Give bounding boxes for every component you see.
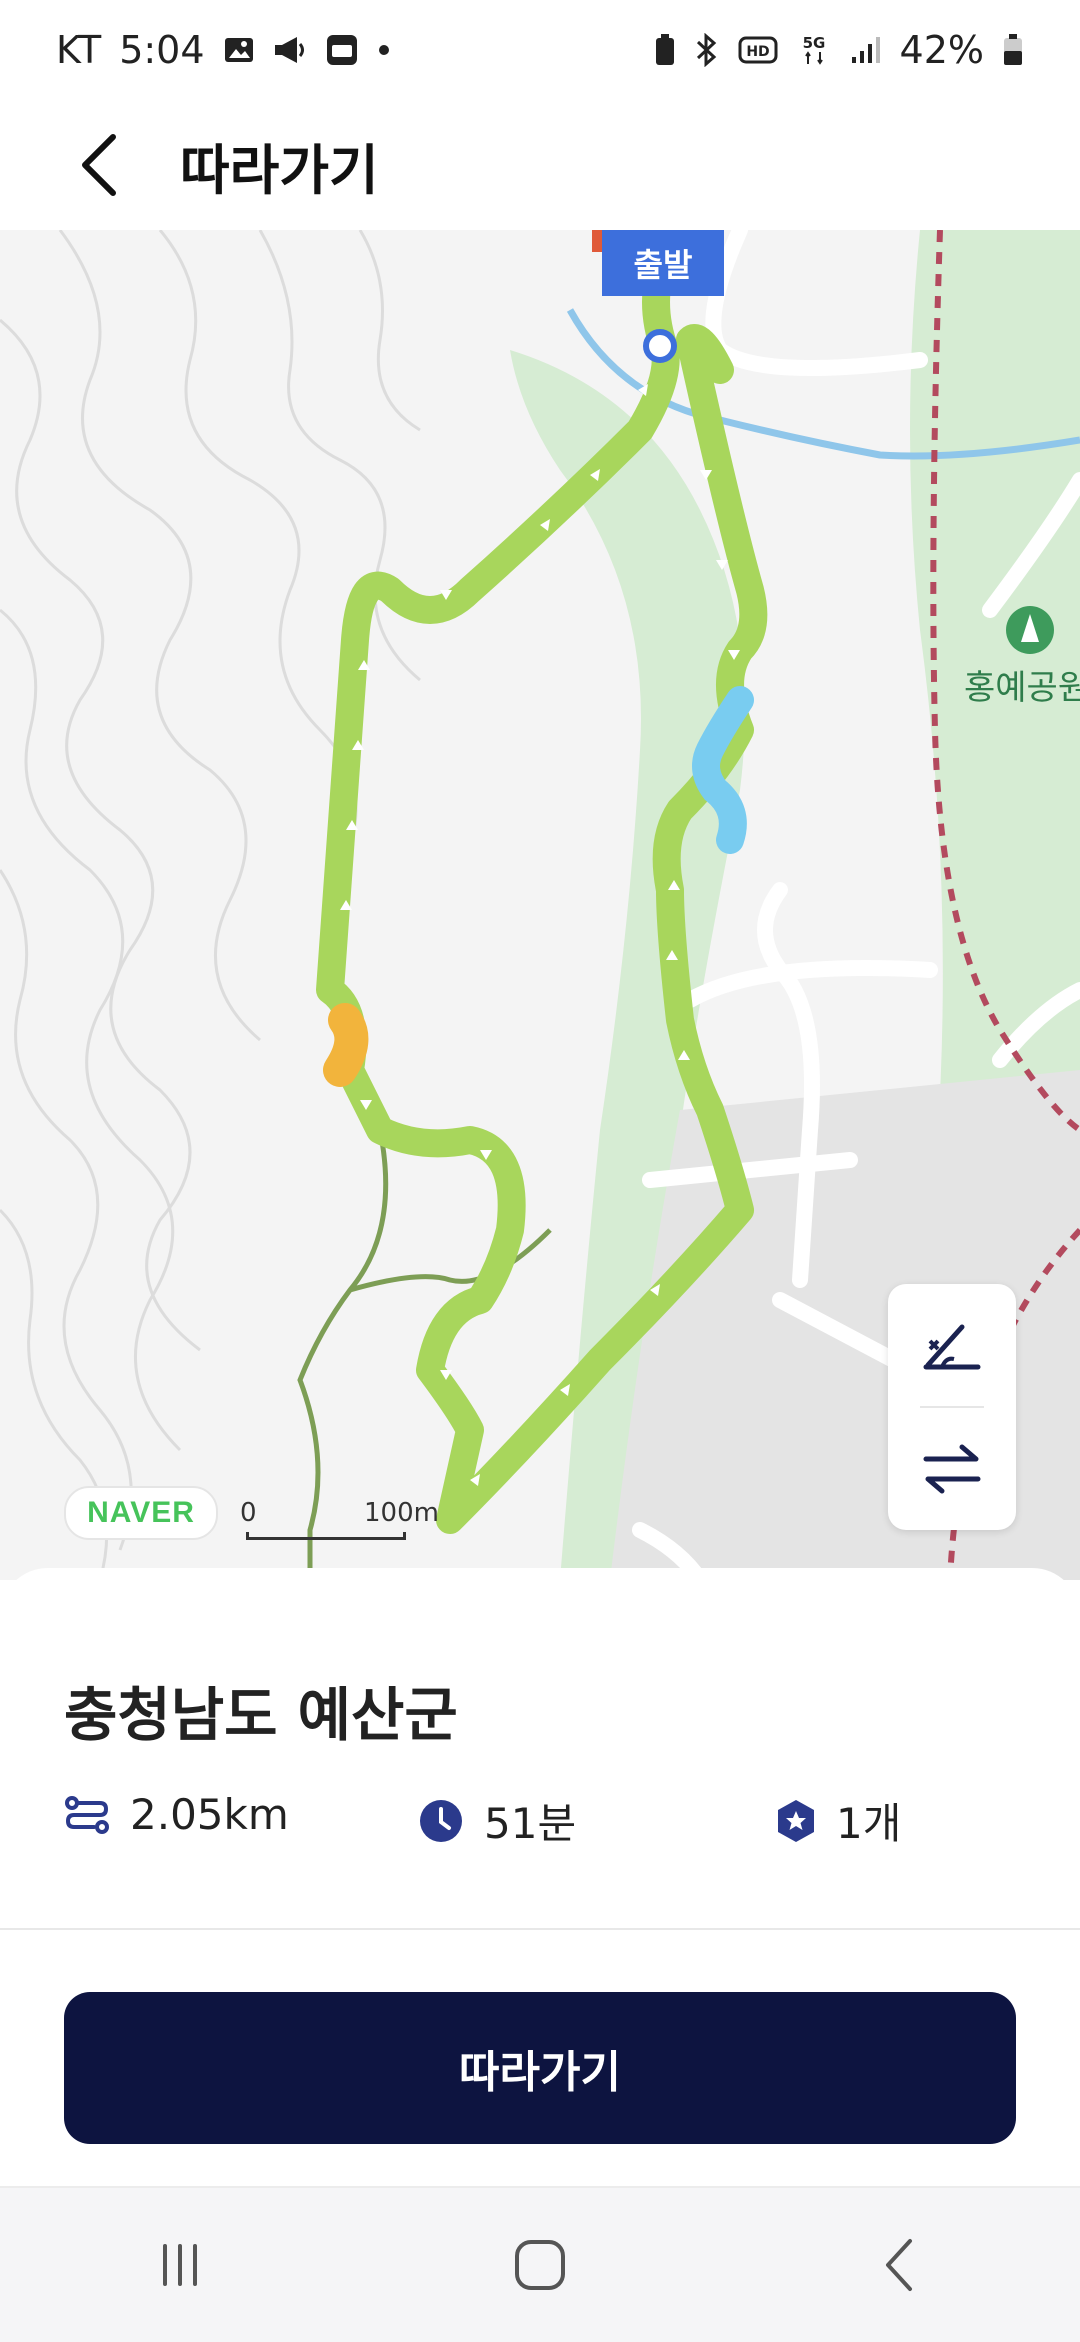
route-warning-segment (323, 1003, 369, 1087)
status-right: HD 5G 42% (654, 28, 1024, 72)
recent-apps-icon (163, 2244, 197, 2286)
status-bar: KT 5:04 HD 5G 42% (0, 0, 1080, 100)
scale-distance-label: 100m (364, 1498, 439, 1528)
time-value: 51분 (484, 1799, 577, 1848)
naver-logo: NAVER (64, 1486, 218, 1540)
time-stat: 51분 (418, 1790, 576, 1851)
scale-zero-label: 0 (240, 1498, 257, 1528)
start-label: 출발 (602, 230, 724, 296)
app-bar: 따라가기 (0, 100, 1080, 230)
clock-icon (420, 1799, 462, 1842)
battery-icon (1002, 33, 1024, 67)
system-nav-bar (0, 2186, 1080, 2342)
distance-stat: 2.05km (64, 1790, 289, 1839)
back-icon (886, 2239, 912, 2291)
bluetooth-icon (694, 33, 720, 67)
home-icon (515, 2240, 565, 2290)
clock-label: 5:04 (119, 28, 205, 72)
sheet-divider (0, 1928, 1080, 1930)
system-back-button[interactable] (800, 2205, 1000, 2325)
elevation-toggle-button[interactable] (888, 1284, 1016, 1406)
contour-lines (0, 230, 421, 1580)
scale-line (246, 1532, 406, 1540)
map-controls (888, 1284, 1016, 1530)
park-icon (1006, 606, 1054, 654)
start-marker (643, 329, 677, 363)
route-map[interactable]: 출발 홍예공원 NAVER 0 100m (0, 230, 1080, 1580)
swap-direction-icon (923, 1444, 981, 1494)
status-left: KT 5:04 (56, 28, 391, 72)
elevation-toggle-icon (923, 1324, 981, 1370)
route-stats: 2.05km 51분 1개 (64, 1790, 1024, 1870)
start-flag (592, 230, 602, 252)
region-title: 충청남도 예산군 (64, 1681, 458, 1749)
megaphone-icon (273, 35, 307, 65)
svg-text:5G: 5G (802, 34, 825, 52)
route-info-sheet: 충청남도 예산군 2.05km 51분 1개 따라가기 (0, 1568, 1080, 2186)
svg-text:HD: HD (746, 44, 769, 60)
count-stat: 1개 (776, 1790, 901, 1851)
carrier-label: KT (56, 28, 102, 72)
hd-icon: HD (738, 35, 778, 65)
count-value: 1개 (836, 1799, 902, 1848)
badge-star-icon (778, 1799, 814, 1842)
signal-icon (850, 35, 882, 65)
dot-icon (377, 43, 391, 57)
chevron-left-icon (82, 134, 116, 196)
scale-bar: 0 100m (240, 1498, 440, 1548)
back-button[interactable] (64, 125, 134, 205)
follow-button[interactable]: 따라가기 (64, 1992, 1016, 2144)
pay-icon (325, 33, 359, 67)
battery-label: 42% (899, 28, 984, 72)
battery-saver-icon (654, 33, 676, 67)
swap-direction-button[interactable] (888, 1408, 1016, 1530)
image-icon (223, 34, 255, 66)
5g-icon: 5G (796, 32, 832, 68)
park-label: 홍예공원 (964, 668, 1080, 708)
recent-apps-button[interactable] (80, 2205, 280, 2325)
home-button[interactable] (440, 2205, 640, 2325)
distance-value: 2.05km (130, 1790, 289, 1839)
page-title: 따라가기 (180, 138, 379, 202)
route-distance-icon (65, 1795, 109, 1834)
